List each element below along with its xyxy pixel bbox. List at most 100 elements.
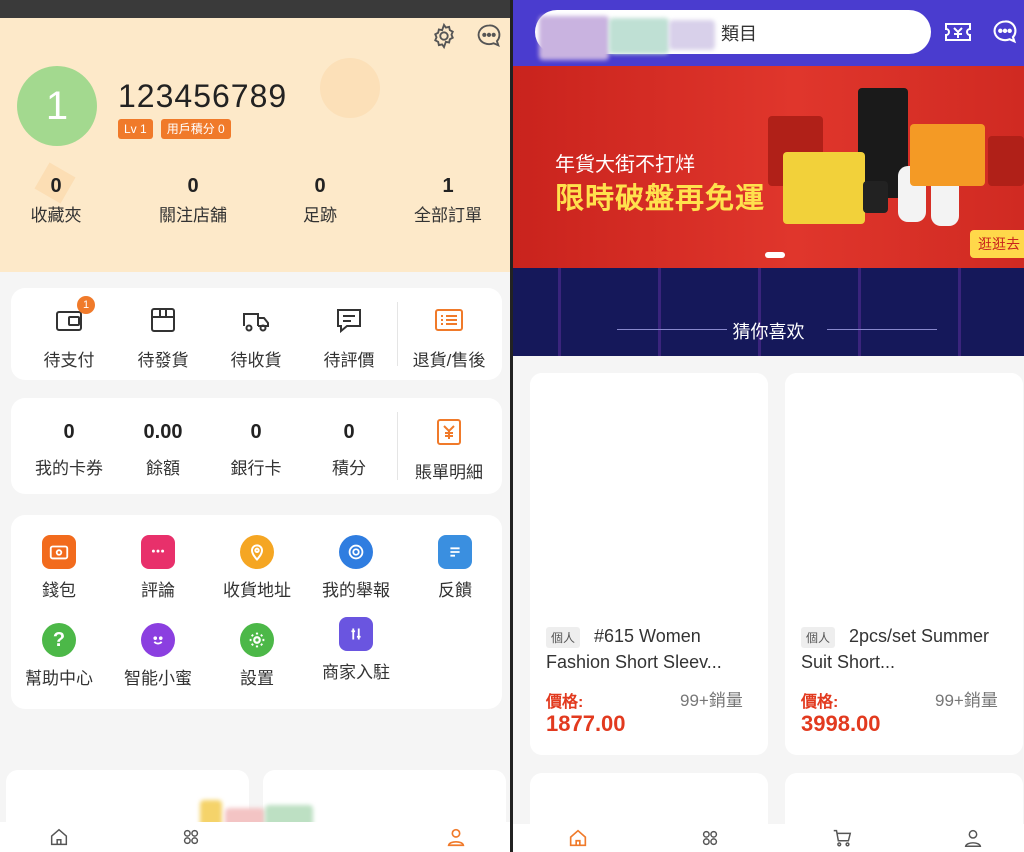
points-badge: 用戶積分 0 [160, 119, 231, 139]
tool-label: 反饋 [438, 581, 472, 600]
coupon-icon[interactable] [943, 16, 973, 46]
wallet-bank-card[interactable]: 0 銀行卡 [210, 420, 302, 479]
tool-settings[interactable]: 設置 [209, 623, 305, 689]
stat-value: 1 [442, 175, 454, 197]
return-list-icon [433, 304, 465, 336]
search-bar[interactable]: 類目 [535, 10, 931, 60]
order-pending-review[interactable]: 待評價 [303, 304, 395, 371]
tool-reports[interactable]: 我的舉報 [308, 535, 404, 601]
message-icon[interactable] [475, 22, 503, 50]
message-icon[interactable] [991, 18, 1019, 46]
category-label[interactable]: 類目 [721, 20, 757, 46]
stat-label: 全部訂單 [414, 206, 482, 225]
product-price: 3998.00 [801, 711, 881, 736]
chat-bubble-icon [141, 535, 175, 569]
section-title: 猜你喜欢 [732, 322, 805, 342]
promo-banner[interactable]: 年貨大街不打烊 限時破盤再免運 逛逛去 [513, 66, 1024, 268]
banner-cta[interactable]: 逛逛去 [970, 230, 1024, 258]
order-count-badge: 1 [77, 296, 95, 314]
smile-icon [141, 623, 175, 657]
wallet-bill-details[interactable]: 賬單明細 [397, 416, 501, 483]
settings-gear-icon[interactable] [430, 22, 458, 50]
banner-subtitle: 年貨大街不打烊 [555, 154, 695, 176]
profile-icon[interactable] [962, 827, 984, 849]
tool-feedback[interactable]: 反饋 [407, 535, 503, 601]
blurred-area [669, 20, 715, 50]
wallet-card: 0 我的卡券 0.00 餘額 0 銀行卡 0 積分 賬單明細 [11, 398, 502, 494]
wallet-balance[interactable]: 0.00 餘額 [117, 420, 209, 479]
username: 123456789 [118, 78, 288, 114]
price-label: 價格: [546, 694, 584, 711]
stat-value: 0 [187, 175, 199, 197]
stat-all-orders[interactable]: 1 全部訂單 [388, 174, 508, 226]
product-image[interactable] [785, 373, 1023, 618]
tool-label: 我的舉報 [322, 581, 390, 600]
sold-count: 99+銷量 [935, 691, 998, 710]
tool-wallet[interactable]: 錢包 [11, 535, 107, 601]
stat-followed-shops[interactable]: 0 關注店舖 [133, 174, 253, 226]
category-icon[interactable] [699, 827, 721, 849]
wallet-coupons[interactable]: 0 我的卡券 [23, 420, 115, 479]
tool-address[interactable]: 收貨地址 [209, 535, 305, 601]
wallet-icon: 1 [53, 296, 95, 336]
product-card[interactable]: 個人 2pcs/set Summer Suit Short... 價格: 399… [785, 373, 1023, 755]
avatar[interactable]: 1 [17, 66, 97, 146]
tool-label: 收貨地址 [223, 581, 291, 600]
carousel-indicator [765, 252, 785, 258]
product-image [863, 181, 888, 213]
order-pending-shipment[interactable]: 待發貨 [117, 304, 209, 371]
home-icon[interactable] [567, 827, 589, 849]
product-card[interactable]: 個人 #615 Women Fashion Short Sleev... 價格:… [530, 373, 768, 755]
stat-favorites[interactable]: 0 收藏夾 [0, 174, 116, 226]
help-icon: ? [42, 623, 76, 657]
profile-icon[interactable] [445, 826, 467, 848]
tool-label: 幫助中心 [25, 669, 93, 688]
stat-value: 0 [314, 175, 326, 197]
product-price: 1877.00 [546, 711, 626, 736]
product-image[interactable] [530, 373, 768, 618]
wallet-points[interactable]: 0 積分 [303, 420, 395, 479]
tool-reviews[interactable]: 評論 [110, 535, 206, 601]
location-pin-icon [240, 535, 274, 569]
category-icon[interactable] [180, 826, 202, 848]
level-badge: Lv 1 [118, 119, 153, 139]
cart-icon[interactable] [831, 827, 853, 849]
tool-label: 商家入駐 [322, 663, 390, 682]
bottom-nav [0, 822, 510, 852]
document-edit-icon [438, 535, 472, 569]
home-icon[interactable] [48, 826, 70, 848]
wallet-value: 0 [63, 421, 75, 443]
order-returns[interactable]: 退貨/售後 [397, 304, 501, 371]
product-name: 2pcs/set Summer Suit Short... [801, 626, 990, 672]
profile-header: 1 123456789 Lv 1 用戶積分 0 0 收藏夾 0 關注店舖 0 足… [0, 18, 510, 272]
product-name: #615 Women Fashion Short Sleev... [546, 626, 722, 672]
blurred-area [539, 16, 609, 60]
stat-label: 足跡 [303, 206, 337, 225]
profile-screen: 1 123456789 Lv 1 用戶積分 0 0 收藏夾 0 關注店舖 0 足… [0, 0, 510, 852]
box-icon [147, 304, 179, 336]
target-icon [339, 535, 373, 569]
order-label: 待評價 [323, 351, 375, 370]
tool-merchant-join[interactable]: 商家入駐 [308, 617, 404, 683]
tool-label: 智能小蜜 [124, 669, 192, 688]
stat-footprints[interactable]: 0 足跡 [260, 174, 380, 226]
stat-value: 0 [50, 175, 62, 197]
home-screen: 類目 年貨大街不打烊 限時破盤再免運 逛逛去 猜你喜欢 個人 #615 Wome… [513, 0, 1024, 852]
gift-box-image [783, 152, 865, 224]
gift-bag-image [988, 136, 1024, 186]
wallet-label: 我的卡券 [35, 459, 103, 478]
tool-smart-assistant[interactable]: 智能小蜜 [110, 623, 206, 689]
tool-label: 錢包 [42, 581, 76, 600]
tool-help-center[interactable]: ? 幫助中心 [11, 623, 107, 689]
stat-label: 收藏夾 [30, 206, 82, 225]
wallet-icon [42, 535, 76, 569]
truck-icon [240, 304, 272, 336]
order-pending-payment[interactable]: 1 待支付 [23, 296, 115, 371]
merchant-icon [339, 617, 373, 651]
tool-label: 設置 [240, 669, 274, 688]
price-label: 價格: [801, 694, 839, 711]
order-label: 待發貨 [137, 351, 189, 370]
order-label: 退貨/售後 [412, 351, 486, 370]
blurred-area [609, 18, 669, 54]
order-pending-receipt[interactable]: 待收貨 [210, 304, 302, 371]
